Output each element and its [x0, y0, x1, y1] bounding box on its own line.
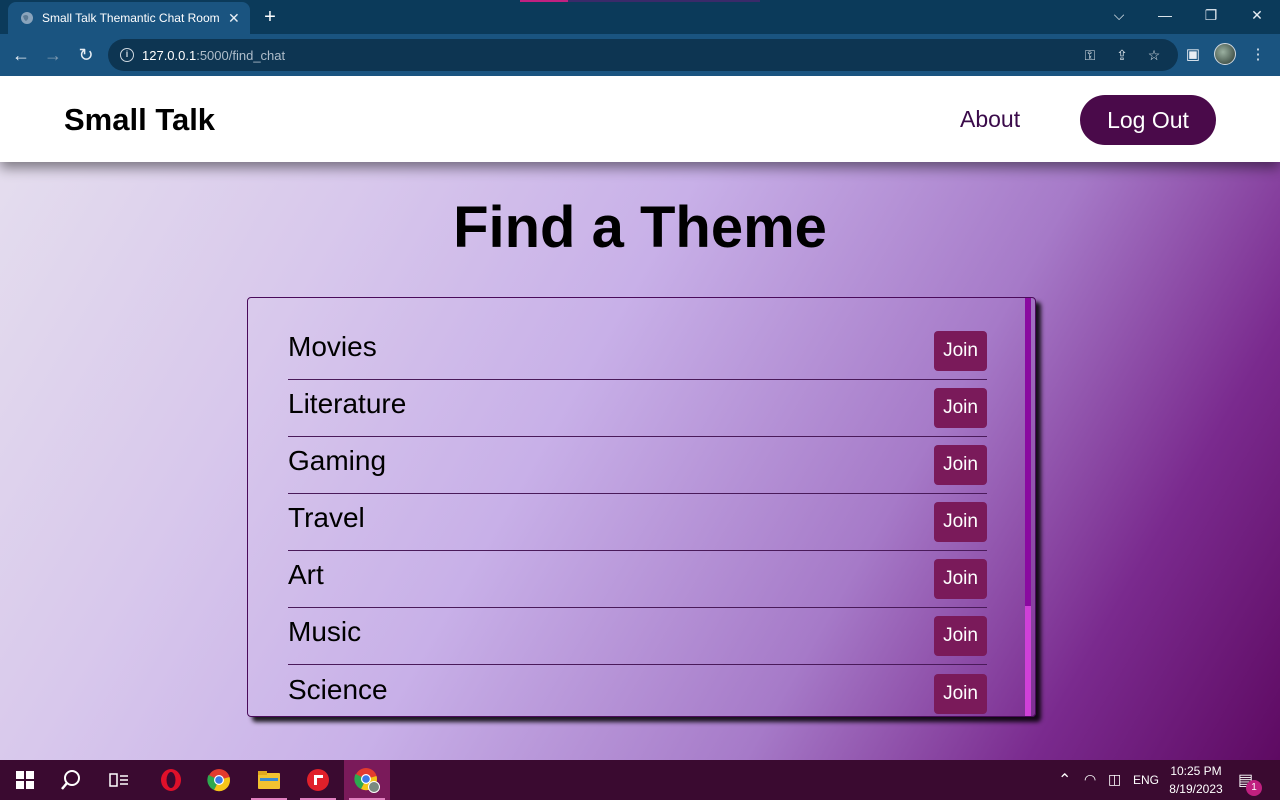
notification-badge: 1: [1246, 780, 1262, 796]
clock-time[interactable]: 10:25 PM: [1168, 764, 1224, 778]
theme-name: Travel: [288, 502, 365, 533]
browser-toolbar: ← → ↻ i 127.0.0.1:5000/find_chat ⚿ ⇪ ☆ ▣…: [0, 34, 1280, 76]
restore-button[interactable]: ❐: [1188, 0, 1234, 30]
theme-list-panel[interactable]: Movies Join Literature Join Gaming Join …: [247, 297, 1036, 717]
opera-icon[interactable]: [148, 760, 194, 800]
share-icon[interactable]: ⇪: [1113, 46, 1131, 64]
close-window-button[interactable]: ✕: [1234, 0, 1280, 30]
speaker-icon[interactable]: ◫: [1108, 771, 1121, 788]
theme-row: Art Join: [288, 551, 987, 608]
join-button[interactable]: Join: [934, 674, 987, 714]
join-button[interactable]: Join: [934, 502, 987, 542]
site-header: Small Talk About Log Out: [0, 76, 1280, 162]
tab-strip-accent-pink: [520, 0, 568, 2]
tab-title: Small Talk Themantic Chat Room: [42, 11, 220, 25]
theme-row: Movies Join: [288, 298, 987, 380]
red-app-icon[interactable]: [295, 760, 341, 800]
reload-icon[interactable]: ↻: [73, 42, 99, 68]
task-view-icon[interactable]: [96, 760, 142, 800]
theme-list: Movies Join Literature Join Gaming Join …: [288, 298, 987, 716]
url-path: :5000/find_chat: [196, 47, 286, 63]
theme-name: Literature: [288, 388, 407, 419]
join-button[interactable]: Join: [934, 331, 987, 371]
scrollbar-thumb[interactable]: [1025, 298, 1031, 606]
chrome-icon[interactable]: [196, 760, 242, 800]
logout-button[interactable]: Log Out: [1080, 95, 1216, 145]
theme-row: Music Join: [288, 608, 987, 665]
url-host: 127.0.0.1: [142, 47, 197, 63]
windows-start-icon[interactable]: [2, 760, 48, 800]
address-bar[interactable]: i 127.0.0.1:5000/find_chat ⚿ ⇪ ☆: [108, 39, 1178, 71]
search-icon[interactable]: [48, 760, 94, 800]
theme-name: Music: [288, 616, 362, 647]
globe-icon: [21, 12, 33, 24]
theme-name: Movies: [288, 331, 377, 362]
chrome-profile-icon[interactable]: [344, 760, 390, 800]
file-explorer-icon[interactable]: [246, 760, 292, 800]
key-icon[interactable]: ⚿: [1081, 46, 1099, 64]
join-button[interactable]: Join: [934, 445, 987, 485]
theme-row: Science Join: [288, 665, 987, 716]
back-arrow-icon[interactable]: ←: [8, 42, 34, 68]
tab-close-icon[interactable]: ✕: [228, 10, 240, 27]
menu-dots-icon[interactable]: ⋮: [1248, 45, 1268, 65]
join-button[interactable]: Join: [934, 559, 987, 599]
os-taskbar: ⌃ ◠ ◫ ENG 10:25 PM 8/19/2023 ▤ 1: [0, 760, 1280, 800]
language-indicator[interactable]: ENG: [1133, 773, 1159, 787]
page-background: Small Talk About Log Out Find a Theme Mo…: [0, 76, 1280, 760]
side-panel-icon[interactable]: ▣: [1183, 45, 1203, 65]
chevron-up-icon[interactable]: ⌃: [1058, 770, 1071, 790]
theme-row: Travel Join: [288, 494, 987, 551]
theme-name: Gaming: [288, 445, 387, 476]
join-button[interactable]: Join: [934, 616, 987, 656]
wifi-icon[interactable]: ◠: [1084, 771, 1096, 788]
about-link[interactable]: About: [960, 106, 1020, 133]
theme-name: Science: [288, 674, 388, 705]
minimize-button[interactable]: —: [1142, 0, 1188, 30]
new-tab-button[interactable]: +: [258, 4, 282, 30]
theme-row: Literature Join: [288, 380, 987, 437]
url-text: 127.0.0.1:5000/find_chat: [142, 48, 285, 63]
browser-tab-active[interactable]: Small Talk Themantic Chat Room ✕: [8, 2, 250, 34]
profile-avatar[interactable]: [1214, 43, 1236, 65]
tab-search-icon[interactable]: ⌵: [1096, 0, 1142, 30]
star-icon[interactable]: ☆: [1145, 46, 1163, 64]
site-logo[interactable]: Small Talk: [64, 102, 215, 138]
theme-row: Gaming Join: [288, 437, 987, 494]
browser-tab-bar: Small Talk Themantic Chat Room ✕ + ⌵ — ❐…: [0, 0, 1280, 34]
forward-arrow-icon[interactable]: →: [40, 42, 66, 68]
page-title: Find a Theme: [453, 195, 827, 260]
site-info-icon[interactable]: i: [120, 48, 134, 62]
join-button[interactable]: Join: [934, 388, 987, 428]
theme-name: Art: [288, 559, 324, 590]
clock-date[interactable]: 8/19/2023: [1166, 782, 1226, 796]
